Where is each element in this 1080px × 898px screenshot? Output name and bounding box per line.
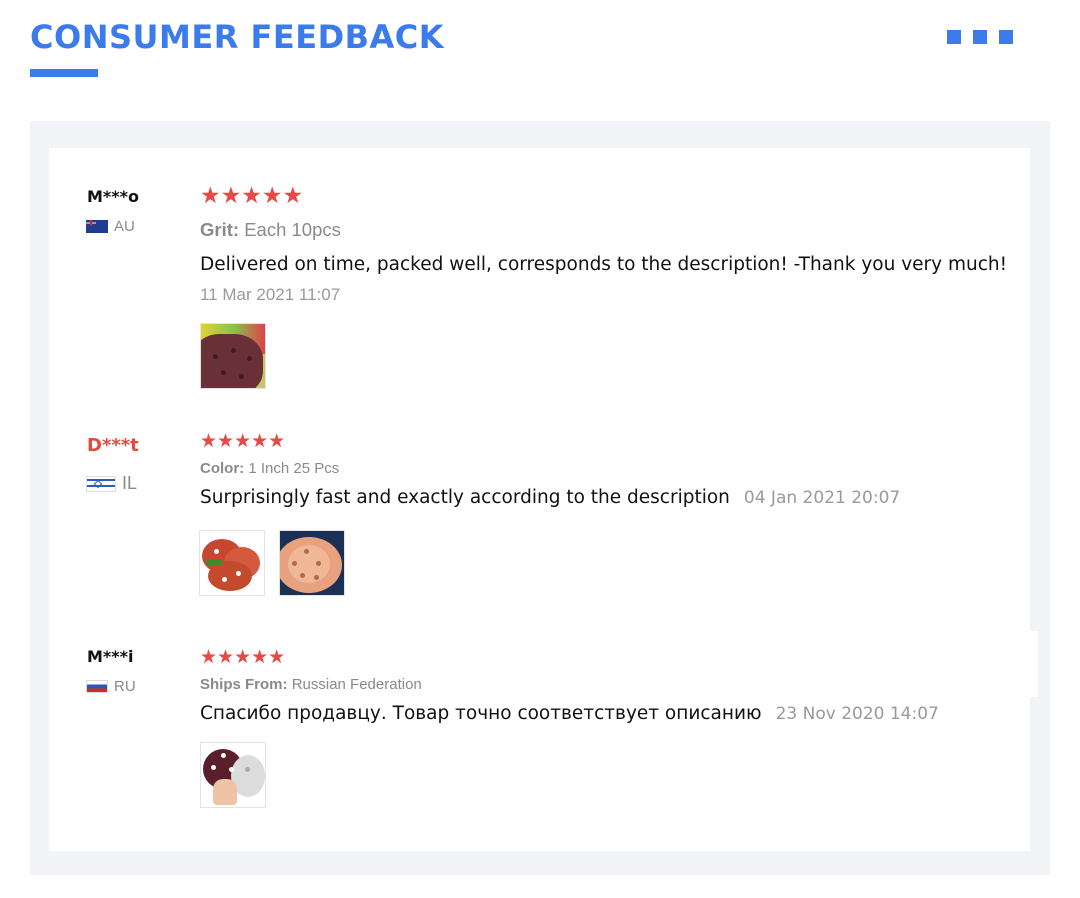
star-rating: ★★★★★ <box>200 431 286 452</box>
reviewer-name: M***i <box>87 647 134 666</box>
review-photo[interactable] <box>200 742 266 808</box>
reviewer-country: IL <box>86 473 137 494</box>
attribute-label: Ships From: <box>200 676 288 693</box>
review-photo[interactable] <box>200 323 266 389</box>
reviewer-name: D***t <box>87 435 139 456</box>
review-text: Delivered on time, packed well, correspo… <box>200 254 1008 275</box>
reviewer-name: M***o <box>87 187 140 206</box>
review-text-line: Спасибо продавцу. Товар точно соответств… <box>200 703 939 724</box>
review-text: Спасибо продавцу. Товар точно соответств… <box>200 703 762 724</box>
review-text: Surprisingly fast and exactly according … <box>200 487 730 508</box>
attribute-label: Color: <box>200 460 245 477</box>
feedback-list: M***o AU ★★★★★ Grit: Each 10pcs Delivere… <box>49 148 1030 851</box>
country-code: IL <box>122 473 138 493</box>
panel-edge <box>1030 631 1038 697</box>
dot <box>999 30 1013 44</box>
reviewer-country: RU <box>86 678 136 695</box>
review-text-line: Surprisingly fast and exactly according … <box>200 487 900 508</box>
review-date: 11 Mar 2021 11:07 <box>200 285 341 304</box>
attribute-value: 1 Inch 25 Pcs <box>248 460 340 477</box>
product-attribute: Color: 1 Inch 25 Pcs <box>200 460 339 477</box>
review-photo[interactable] <box>199 530 265 596</box>
attribute-label: Grit: <box>200 219 240 240</box>
review-photo[interactable] <box>279 530 345 596</box>
star-rating: ★★★★★ <box>200 647 286 668</box>
review-date: 04 Jan 2021 20:07 <box>743 488 901 508</box>
country-code: AU <box>114 218 135 235</box>
russia-flag-icon <box>86 680 108 693</box>
title-underline <box>30 69 98 77</box>
reviewer-country: AU <box>86 218 135 235</box>
product-attribute: Ships From: Russian Federation <box>200 676 422 693</box>
dot <box>947 30 961 44</box>
australia-flag-icon <box>86 220 108 233</box>
product-attribute: Grit: Each 10pcs <box>200 219 341 241</box>
star-rating: ★★★★★ <box>200 182 304 208</box>
dot <box>973 30 987 44</box>
country-code: RU <box>114 678 136 695</box>
page-title: CONSUMER FEEDBACK <box>30 18 445 56</box>
attribute-value: Russian Federation <box>291 676 422 693</box>
attribute-value: Each 10pcs <box>244 219 341 240</box>
decorative-dots <box>947 30 1013 44</box>
israel-flag-icon <box>86 475 116 492</box>
review-date: 23 Nov 2020 14:07 <box>775 704 939 724</box>
